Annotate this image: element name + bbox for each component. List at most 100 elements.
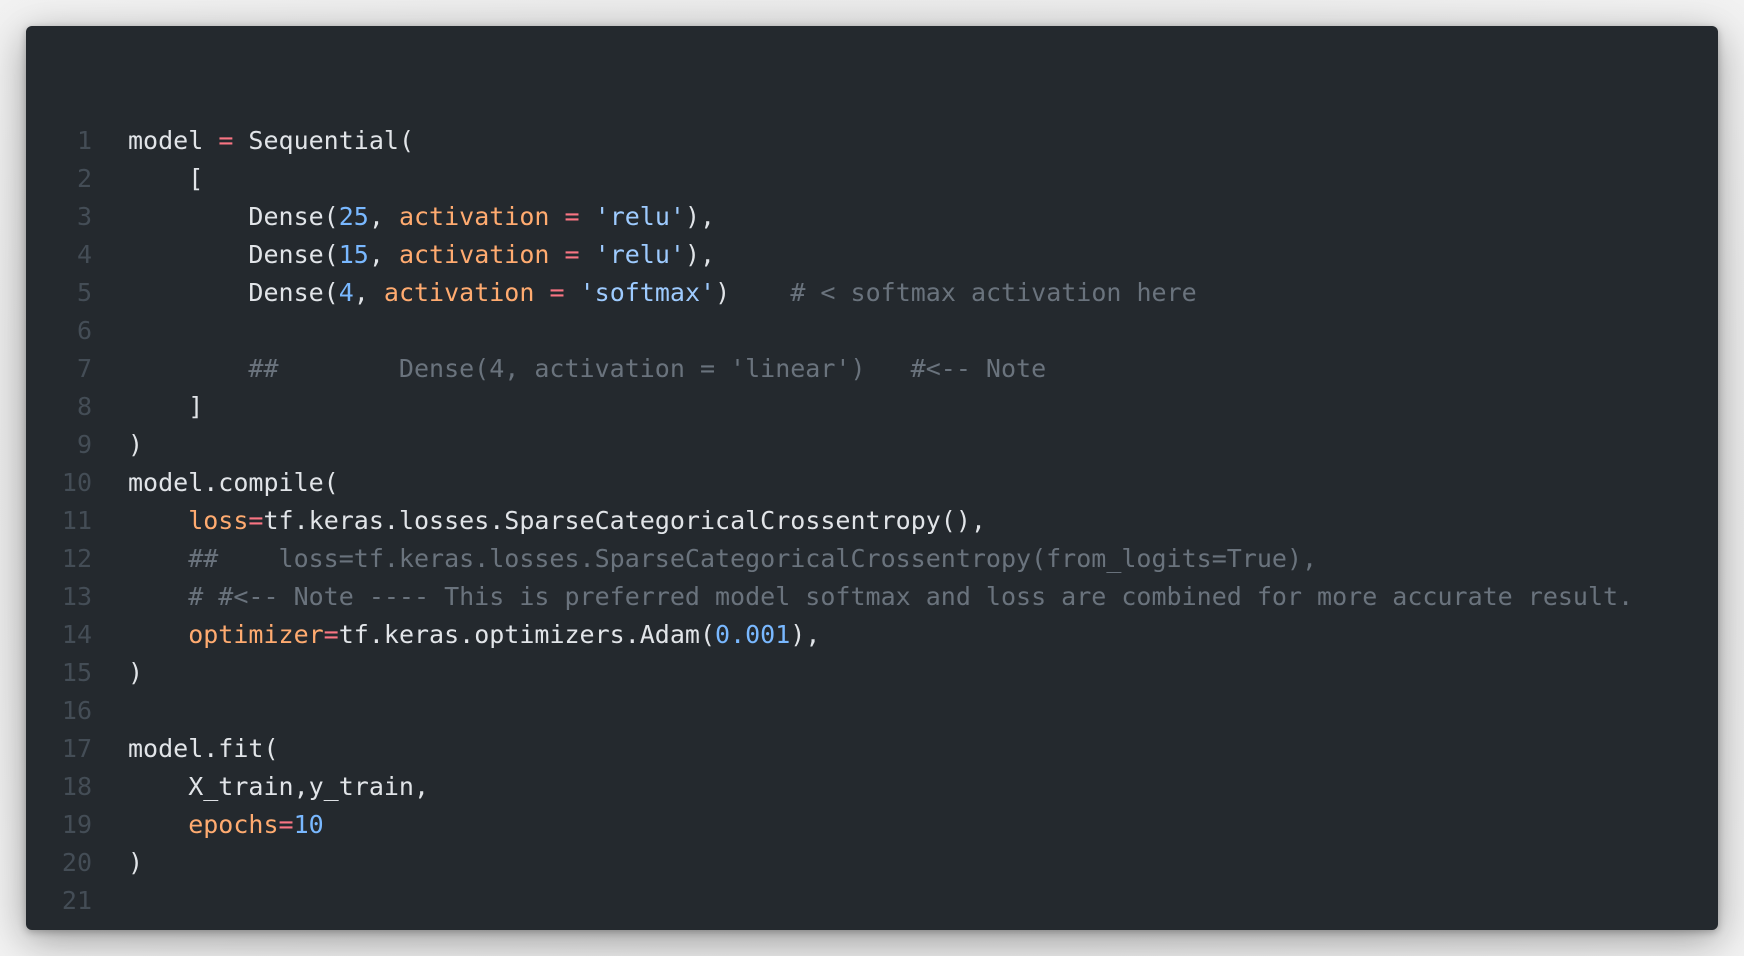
comment-token: # #<-- Note ---- This is preferred model… [128, 582, 1634, 611]
line-number: 10 [61, 468, 92, 497]
code-token: Dense( [128, 202, 339, 231]
code-line[interactable]: 18 X_train,y_train, [26, 768, 1718, 806]
code-line[interactable]: 1 model = Sequential( [26, 122, 1718, 160]
line-number: 20 [61, 848, 92, 877]
line-number: 21 [61, 886, 92, 915]
line-number: 16 [61, 696, 92, 725]
line-number: 18 [61, 772, 92, 801]
line-source[interactable]: X_train,y_train, [128, 768, 429, 806]
number-token: 15 [338, 240, 369, 269]
keyword-arg-token: epochs [128, 810, 279, 839]
code-token: Dense( [128, 240, 339, 269]
line-source[interactable]: loss=tf.keras.losses.SparseCategoricalCr… [128, 502, 986, 540]
line-number: 2 [76, 164, 92, 193]
number-token: 10 [293, 810, 324, 839]
line-number: 11 [61, 506, 92, 535]
operator-token: = [549, 278, 565, 307]
line-source[interactable]: Dense(4, activation = 'softmax') # < sof… [128, 274, 1196, 312]
code-line[interactable]: 7 ## Dense(4, activation = 'linear') #<-… [26, 350, 1718, 388]
line-number: 14 [61, 620, 92, 649]
code-token: [ [128, 164, 204, 193]
line-number: 5 [76, 278, 92, 307]
code-line[interactable]: 4 Dense(15, activation = 'relu'), [26, 236, 1718, 274]
code-line[interactable]: 12 ## loss=tf.keras.losses.SparseCategor… [26, 540, 1718, 578]
line-number: 19 [61, 810, 92, 839]
code-line[interactable]: 13 # #<-- Note ---- This is preferred mo… [26, 578, 1718, 616]
page-background: 1 model = Sequential(2 [3 Dense(25, activ… [0, 0, 1744, 956]
comment-token: ## loss=tf.keras.losses.SparseCategorica… [128, 544, 1318, 573]
line-source[interactable]: model.compile( [128, 464, 339, 502]
keyword-arg-token: optimizer [128, 620, 324, 649]
code-line[interactable]: 11 loss=tf.keras.losses.SparseCategorica… [26, 502, 1718, 540]
code-token: ] [128, 392, 204, 421]
code-line[interactable]: 17 model.fit( [26, 730, 1718, 768]
code-token: model.fit( [128, 734, 279, 763]
code-line[interactable]: 2 [ [26, 160, 1718, 198]
line-source[interactable]: ) [128, 844, 143, 882]
line-number: 7 [76, 354, 92, 383]
code-token: ) [128, 430, 144, 459]
line-source[interactable]: ) [128, 426, 143, 464]
number-token: 0.001 [715, 620, 791, 649]
code-line[interactable]: 21 [26, 882, 1718, 920]
line-number: 6 [76, 316, 92, 345]
code-line[interactable]: 16 [26, 692, 1718, 730]
code-line[interactable]: 5 Dense(4, activation = 'softmax') # < s… [26, 274, 1718, 312]
code-line[interactable]: 9) [26, 426, 1718, 464]
code-token: ), [684, 240, 716, 269]
line-source[interactable]: ## loss=tf.keras.losses.SparseCategorica… [128, 540, 1317, 578]
line-number: 8 [76, 392, 92, 421]
code-token: ), [790, 620, 821, 649]
code-token: , [368, 202, 399, 231]
line-source[interactable]: [ [128, 160, 203, 198]
line-source[interactable]: model.fit( [128, 730, 279, 768]
string-token: 'softmax' [579, 278, 716, 307]
code-token: ) [128, 848, 144, 877]
line-number: 9 [76, 430, 92, 459]
code-line[interactable]: 14 optimizer=tf.keras.optimizers.Adam(0.… [26, 616, 1718, 654]
line-number: 3 [76, 202, 92, 231]
code-line[interactable]: 19 epochs=10 [26, 806, 1718, 844]
code-body[interactable]: 1 model = Sequential(2 [3 Dense(25, activ… [26, 122, 1718, 920]
keyword-arg-token: activation [398, 240, 550, 269]
line-number: 15 [61, 658, 92, 687]
code-editor[interactable]: 1 model = Sequential(2 [3 Dense(25, activ… [26, 26, 1718, 930]
line-source[interactable]: ] [128, 388, 203, 426]
keyword-arg-token: activation [398, 202, 550, 231]
code-line[interactable]: 20) [26, 844, 1718, 882]
comment-token: ## Dense(4, activation = 'linear') #<-- … [128, 354, 1047, 383]
code-line[interactable]: 6 [26, 312, 1718, 350]
code-token: model [128, 126, 219, 155]
line-source[interactable]: optimizer=tf.keras.optimizers.Adam(0.001… [128, 616, 820, 654]
string-token: 'relu' [594, 202, 685, 231]
operator-token: = [323, 620, 339, 649]
line-source[interactable]: model = Sequential( [128, 122, 414, 160]
line-number: 17 [61, 734, 92, 763]
line-source[interactable]: ) [128, 654, 143, 692]
line-source[interactable]: ## Dense(4, activation = 'linear') #<-- … [128, 350, 1046, 388]
string-token: 'relu' [594, 240, 685, 269]
line-source[interactable]: Dense(15, activation = 'relu'), [128, 236, 715, 274]
number-token: 4 [338, 278, 354, 307]
code-token: tf.keras.losses.SparseCategoricalCrossen… [263, 506, 986, 535]
code-line[interactable]: 3 Dense(25, activation = 'relu'), [26, 198, 1718, 236]
code-line[interactable]: 15) [26, 654, 1718, 692]
line-source[interactable]: # #<-- Note ---- This is preferred model… [128, 578, 1633, 616]
line-source[interactable]: epochs=10 [128, 806, 324, 844]
line-number: 13 [61, 582, 92, 611]
code-token: Sequential( [233, 126, 414, 155]
operator-token: = [248, 506, 264, 535]
code-token: ) [128, 658, 144, 687]
code-token: ) [715, 278, 731, 307]
operator-token: = [564, 202, 580, 231]
code-token: , [353, 278, 384, 307]
operator-token: = [218, 126, 234, 155]
code-line[interactable]: 10 model.compile( [26, 464, 1718, 502]
operator-token: = [278, 810, 294, 839]
line-source[interactable]: Dense(25, activation = 'relu'), [128, 198, 715, 236]
code-line[interactable]: 8 ] [26, 388, 1718, 426]
